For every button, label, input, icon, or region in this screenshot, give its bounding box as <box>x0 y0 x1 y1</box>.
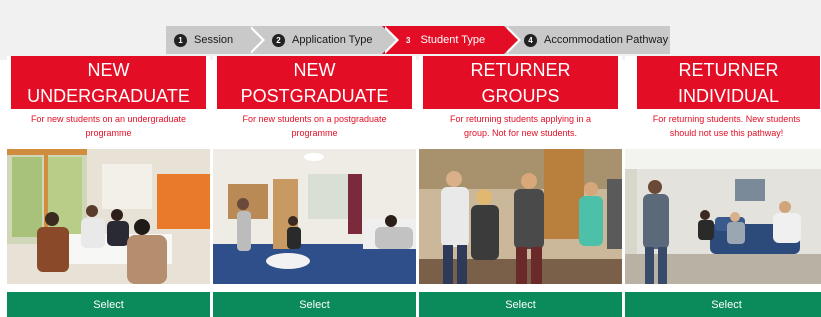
card-description: For returning students. New students sho… <box>652 114 801 138</box>
select-button[interactable]: Select <box>7 292 210 317</box>
step-label-session: Session <box>194 34 234 46</box>
card-description: For new students on an undergraduate pro… <box>30 114 187 138</box>
card-photo-student-group <box>419 149 622 284</box>
card-title: NEW UNDERGRADUATE <box>11 56 206 109</box>
step-session[interactable]: 1 Session <box>166 26 265 54</box>
step-breadcrumb: 1 Session 2 Application Type 3 Student T… <box>166 26 670 54</box>
card-photo-student-room <box>213 149 416 284</box>
step-student-type[interactable]: 3 Student Type <box>382 26 521 54</box>
card-new-postgraduate: NEW POSTGRADUATE For new students on a p… <box>213 56 416 317</box>
card-description: For new students on a postgraduate progr… <box>242 114 387 138</box>
card-returner-individual: RETURNER INDIVIDUAL For returning studen… <box>625 56 821 317</box>
step-label-student-type: Student Type <box>420 34 486 46</box>
card-description: For returning students applying in a gro… <box>449 114 592 138</box>
step-label-application-type: Application Type <box>292 34 373 46</box>
select-button[interactable]: Select <box>419 292 622 317</box>
step-number-2: 2 <box>272 33 285 47</box>
card-title: RETURNER GROUPS <box>423 56 618 109</box>
step-application-type[interactable]: 2 Application Type <box>248 26 399 54</box>
step-number-4: 4 <box>524 33 537 47</box>
select-button[interactable]: Select <box>625 292 821 317</box>
card-photo-students-kitchen <box>7 149 210 284</box>
step-accommodation-pathway[interactable]: 4 Accommodation Pathway <box>504 26 670 54</box>
step-label-accommodation-pathway: Accommodation Pathway <box>544 34 669 46</box>
card-new-undergraduate: NEW UNDERGRADUATE For new students on an… <box>7 56 210 317</box>
step-number-1: 1 <box>174 33 187 47</box>
card-photo-common-room <box>625 149 821 284</box>
card-title: RETURNER INDIVIDUAL <box>637 56 820 109</box>
select-button[interactable]: Select <box>213 292 416 317</box>
step-number-3: 3 <box>406 35 411 45</box>
card-title: NEW POSTGRADUATE <box>217 56 412 109</box>
card-returner-groups: RETURNER GROUPS For returning students a… <box>419 56 622 317</box>
